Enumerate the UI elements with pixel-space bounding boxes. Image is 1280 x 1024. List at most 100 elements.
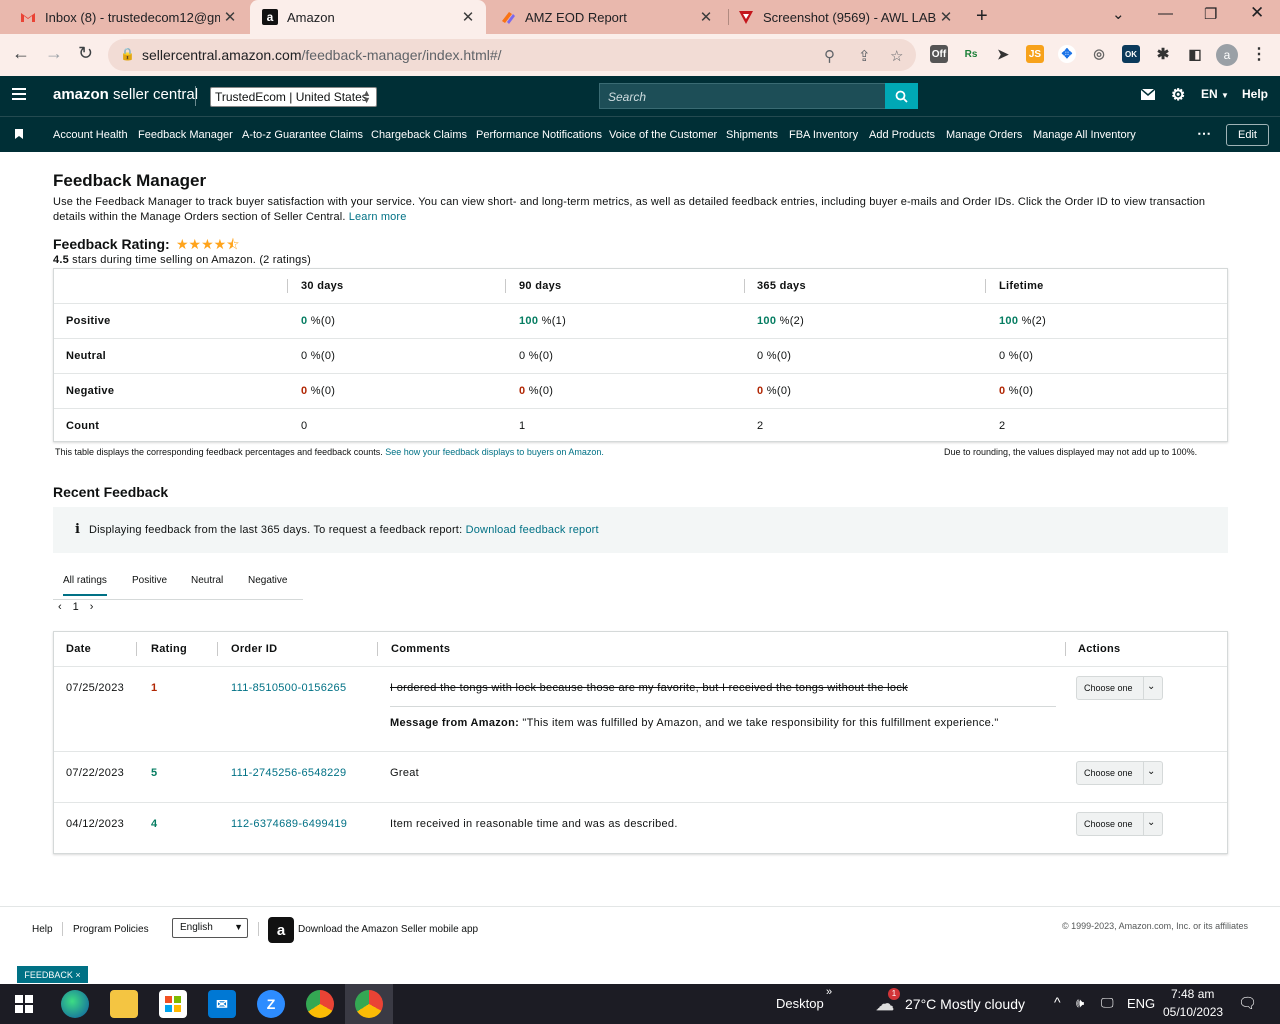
tab-all-ratings[interactable]: All ratings bbox=[63, 575, 107, 596]
file-explorer-icon[interactable] bbox=[110, 990, 138, 1018]
store-selector[interactable]: TrustedEcom | United States ▲ ▼ bbox=[210, 87, 377, 107]
nav-manage-all-inventory[interactable]: Manage All Inventory bbox=[1033, 129, 1136, 141]
minimize-button[interactable]: — bbox=[1158, 5, 1173, 22]
tab-search-chevron-icon[interactable]: ⌄ bbox=[1112, 5, 1125, 23]
tab-amazon[interactable]: a Amazon ✕ bbox=[250, 0, 486, 34]
search-input[interactable]: Search bbox=[599, 83, 886, 109]
bookmark-star-icon[interactable]: ☆ bbox=[890, 47, 903, 65]
action-dropdown[interactable]: Choose one ⌄ bbox=[1076, 676, 1163, 700]
url-path: /feedback-manager/index.html#/ bbox=[301, 47, 502, 63]
tab-amz-eod-report[interactable]: AMZ EOD Report ✕ bbox=[488, 0, 724, 34]
address-bar[interactable]: 🔒 sellercentral.amazon.com/feedback-mana… bbox=[108, 39, 916, 71]
zoom-icon[interactable]: ⚲ bbox=[824, 47, 835, 65]
zoom-app-icon[interactable]: Z bbox=[257, 990, 285, 1018]
off-extension-icon[interactable]: Off bbox=[930, 45, 948, 63]
tab-neutral[interactable]: Neutral bbox=[191, 575, 223, 586]
extensions-puzzle-icon[interactable]: ✱ bbox=[1154, 45, 1172, 63]
tab-screenshot[interactable]: Screenshot (9569) - AWL LABEL ✕ bbox=[726, 0, 964, 34]
action-dropdown[interactable]: Choose one ⌄ bbox=[1076, 812, 1163, 836]
nav-chargeback-claims[interactable]: Chargeback Claims bbox=[371, 129, 467, 141]
tab-gmail[interactable]: Inbox (8) - trustedecom12@gma ✕ bbox=[8, 0, 248, 34]
close-icon[interactable]: ✕ bbox=[936, 8, 956, 26]
action-dropdown[interactable]: Choose one ⌄ bbox=[1076, 761, 1163, 785]
footer-language-select[interactable]: English ▼ bbox=[172, 918, 248, 938]
close-icon[interactable]: ✕ bbox=[458, 8, 478, 26]
forward-arrow-icon[interactable]: → bbox=[45, 43, 63, 64]
store-icon[interactable] bbox=[159, 990, 187, 1018]
rs-extension-icon[interactable]: Rs bbox=[962, 45, 980, 63]
learn-more-link[interactable]: Learn more bbox=[349, 211, 407, 223]
send-extension-icon[interactable]: ➤ bbox=[994, 45, 1012, 63]
nav-manage-orders[interactable]: Manage Orders bbox=[946, 129, 1022, 141]
side-panel-icon[interactable]: ◧ bbox=[1186, 45, 1204, 63]
order-id-link[interactable]: 112-6374689-6499419 bbox=[231, 818, 347, 830]
ok-extension-icon[interactable]: OK bbox=[1122, 45, 1140, 63]
speaker-icon[interactable]: 🕪 bbox=[1076, 995, 1084, 1011]
weather-text[interactable]: 27°C Mostly cloudy bbox=[905, 996, 1025, 1012]
tab-positive[interactable]: Positive bbox=[132, 575, 167, 586]
download-app-link[interactable]: Download the Amazon Seller mobile app bbox=[298, 924, 478, 935]
table-cell: 0 %(0) bbox=[301, 350, 336, 362]
bookmark-icon[interactable] bbox=[15, 129, 23, 139]
nav-shipments[interactable]: Shipments bbox=[726, 129, 778, 141]
url-host: sellercentral.amazon.com bbox=[142, 47, 302, 63]
feedback-tag-button[interactable]: FEEDBACK × bbox=[17, 966, 88, 983]
profile-avatar[interactable]: a bbox=[1216, 44, 1238, 66]
chevron-up-icon[interactable]: ^ bbox=[1054, 994, 1061, 1010]
new-tab-button[interactable]: + bbox=[976, 5, 988, 28]
tab-negative[interactable]: Negative bbox=[248, 575, 287, 586]
browser-menu-icon[interactable]: ⋮ bbox=[1250, 45, 1268, 63]
back-arrow-icon[interactable]: ← bbox=[12, 43, 30, 64]
order-id-link[interactable]: 111-8510500-0156265 bbox=[231, 682, 346, 694]
mail-app-icon[interactable]: ✉ bbox=[208, 990, 236, 1018]
share-icon[interactable]: ⇪ bbox=[858, 47, 871, 65]
window-close-button[interactable]: ✕ bbox=[1250, 3, 1264, 23]
clock-time[interactable]: 7:48 am bbox=[1171, 987, 1214, 1001]
nav-a-to-z-claims[interactable]: A-to-z Guarantee Claims bbox=[242, 129, 363, 141]
nav-feedback-manager[interactable]: Feedback Manager bbox=[138, 129, 233, 141]
chrome-icon[interactable] bbox=[306, 990, 334, 1018]
more-icon[interactable]: ⋯ bbox=[1197, 125, 1211, 142]
close-icon[interactable]: ✕ bbox=[696, 8, 716, 26]
next-page-icon[interactable]: › bbox=[90, 601, 94, 613]
nav-voice-of-customer[interactable]: Voice of the Customer bbox=[609, 129, 717, 141]
camera-extension-icon[interactable]: ◎ bbox=[1090, 45, 1108, 63]
language-selector[interactable]: EN ▼ bbox=[1201, 87, 1229, 101]
chrome-profile-icon[interactable] bbox=[355, 990, 383, 1018]
summary-row-neutral: Neutral 0 %(0) 0 %(0) 0 %(0) 0 %(0) bbox=[54, 338, 1227, 372]
nav-add-products[interactable]: Add Products bbox=[869, 129, 935, 141]
order-id-link[interactable]: 111-2745256-6548229 bbox=[231, 767, 346, 779]
feedback-display-link[interactable]: See how your feedback displays to buyers… bbox=[385, 447, 604, 457]
column-header: 30 days bbox=[301, 280, 344, 292]
reload-icon[interactable]: ↻ bbox=[78, 43, 93, 64]
edit-nav-button[interactable]: Edit bbox=[1226, 124, 1269, 146]
close-icon[interactable]: ✕ bbox=[220, 8, 240, 26]
search-button[interactable] bbox=[885, 83, 918, 109]
search-icon bbox=[895, 90, 908, 103]
edge-icon[interactable] bbox=[61, 990, 89, 1018]
js-extension-icon[interactable]: JS bbox=[1026, 45, 1044, 63]
current-page[interactable]: 1 bbox=[73, 601, 79, 613]
amazon-app-icon[interactable]: a bbox=[268, 917, 294, 943]
footer-help-link[interactable]: Help bbox=[32, 924, 53, 935]
hamburger-menu-icon[interactable] bbox=[12, 88, 26, 102]
network-icon[interactable]: 🖵 bbox=[1101, 995, 1114, 1011]
previous-page-icon[interactable]: ‹ bbox=[58, 601, 62, 613]
download-report-link[interactable]: Download feedback report bbox=[466, 524, 599, 536]
desktop-toolbar-label[interactable]: Desktop bbox=[776, 996, 824, 1011]
clock-date[interactable]: 05/10/2023 bbox=[1163, 1005, 1223, 1019]
mail-icon[interactable] bbox=[1140, 88, 1156, 103]
windows-start-icon[interactable] bbox=[10, 990, 38, 1018]
nav-account-health[interactable]: Account Health bbox=[53, 129, 128, 141]
keepa-extension-icon[interactable]: ✥ bbox=[1058, 45, 1076, 63]
input-language[interactable]: ENG bbox=[1127, 996, 1155, 1011]
restore-button[interactable]: ❐ bbox=[1204, 5, 1217, 23]
gear-icon[interactable]: ⚙ bbox=[1171, 85, 1185, 105]
seller-central-logo[interactable]: amazon seller central bbox=[53, 86, 198, 103]
program-policies-link[interactable]: Program Policies bbox=[73, 924, 149, 935]
help-link[interactable]: Help bbox=[1242, 87, 1268, 101]
feedback-rating: 1 bbox=[151, 682, 158, 694]
nav-fba-inventory[interactable]: FBA Inventory bbox=[789, 129, 858, 141]
chevron-right-icon[interactable]: » bbox=[826, 986, 832, 998]
nav-performance-notifications[interactable]: Performance Notifications bbox=[476, 129, 602, 141]
